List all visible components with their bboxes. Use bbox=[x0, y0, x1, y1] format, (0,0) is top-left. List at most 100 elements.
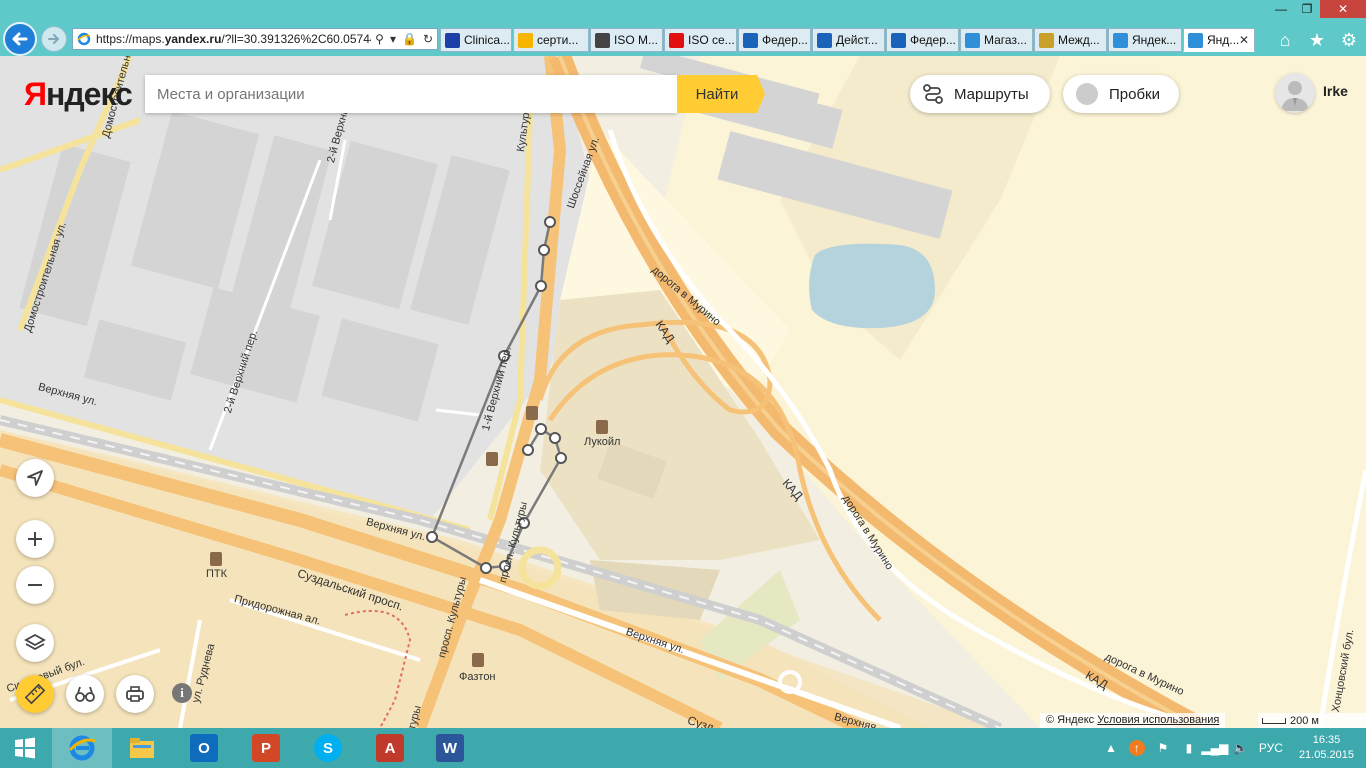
language-indicator[interactable]: РУС bbox=[1259, 741, 1283, 755]
restore-button[interactable]: ❐ bbox=[1294, 0, 1320, 18]
tab-favicon-icon bbox=[817, 32, 832, 48]
tab-favicon-icon bbox=[891, 32, 906, 48]
tab-favicon-icon bbox=[965, 32, 980, 48]
windows-logo-icon bbox=[15, 737, 35, 759]
layers-button[interactable] bbox=[16, 624, 54, 662]
taskbar-file-explorer[interactable] bbox=[112, 728, 172, 768]
back-button[interactable] bbox=[3, 22, 37, 56]
taskbar-outlook[interactable]: O bbox=[174, 728, 234, 768]
tab-favicon-icon bbox=[669, 32, 684, 48]
acrobat-icon: A bbox=[376, 734, 404, 762]
browser-tab[interactable]: Clinica... bbox=[440, 28, 512, 52]
tab-favicon-icon bbox=[445, 32, 460, 48]
outlook-icon: O bbox=[190, 734, 218, 762]
locate-button[interactable] bbox=[16, 459, 54, 497]
browser-tab[interactable]: Федер... bbox=[886, 28, 959, 52]
search-icon[interactable]: ⚲ bbox=[375, 32, 384, 46]
tab-favicon-icon bbox=[743, 32, 758, 48]
browser-tab[interactable]: Межд... bbox=[1034, 28, 1107, 52]
browser-tab[interactable]: Яндек... bbox=[1108, 28, 1182, 52]
favorites-star-icon[interactable]: ★ bbox=[1306, 29, 1328, 51]
tab-label: ISO M... bbox=[614, 33, 659, 47]
user-icon bbox=[1281, 81, 1309, 111]
minimize-button[interactable]: — bbox=[1268, 0, 1294, 18]
dropdown-icon[interactable]: ▾ bbox=[390, 32, 396, 46]
tab-close-icon[interactable]: ✕ bbox=[1239, 33, 1249, 47]
tab-favicon-icon bbox=[595, 32, 610, 48]
show-hidden-icons-icon[interactable]: ▲ bbox=[1103, 740, 1119, 756]
ruler-icon bbox=[24, 683, 46, 705]
panorama-button[interactable] bbox=[66, 675, 104, 713]
home-icon[interactable]: ⌂ bbox=[1274, 29, 1296, 51]
clock[interactable]: 16:35 21.05.2015 bbox=[1299, 733, 1354, 763]
binoculars-icon bbox=[75, 686, 95, 702]
address-bar[interactable]: https://maps.yandex.ru/?ll=30.391326%2C6… bbox=[72, 28, 438, 50]
yandex-logo[interactable]: Яндекс bbox=[24, 74, 133, 114]
browser-tab[interactable]: Федер... bbox=[738, 28, 811, 52]
arrow-right-icon bbox=[48, 34, 60, 44]
browser-tab[interactable]: Магаз... bbox=[960, 28, 1033, 52]
system-tray: ▲ ↑ ⚑ ▮ ▂▄▆ 🔈 РУС 16:35 21.05.2015 bbox=[1103, 728, 1366, 768]
search-input[interactable] bbox=[145, 85, 677, 103]
arrow-left-icon bbox=[12, 32, 28, 46]
search-button[interactable]: Найти bbox=[677, 75, 765, 113]
action-center-flag-icon[interactable]: ⚑ bbox=[1155, 740, 1171, 756]
taskbar-powerpoint[interactable]: P bbox=[236, 728, 296, 768]
layers-icon bbox=[24, 633, 46, 651]
map-label: ПТК bbox=[206, 568, 228, 580]
zoom-in-button[interactable] bbox=[16, 520, 54, 558]
refresh-icon[interactable]: ↻ bbox=[423, 32, 433, 46]
minus-icon bbox=[28, 584, 42, 586]
url-text: https://maps.yandex.ru/?ll=30.391326%2C6… bbox=[96, 32, 372, 46]
tab-label: Федер... bbox=[910, 33, 956, 47]
browser-tab[interactable]: Янд... ✕ bbox=[1183, 28, 1255, 52]
tab-favicon-icon bbox=[1039, 32, 1054, 48]
copyright-notice: © Яндекс Условия использования bbox=[1040, 713, 1226, 728]
windows-taskbar: O P S A W ▲ ↑ ⚑ ▮ ▂▄▆ 🔈 РУС 16:35 21.05.… bbox=[0, 728, 1366, 768]
username[interactable]: Irke bbox=[1323, 83, 1348, 99]
start-button[interactable] bbox=[0, 728, 50, 768]
tab-favicon-icon bbox=[518, 32, 533, 48]
powerpoint-icon: P bbox=[252, 734, 280, 762]
browser-tab[interactable]: серти... bbox=[513, 28, 589, 52]
taskbar-acrobat[interactable]: A bbox=[360, 728, 420, 768]
map-label: Лукойл bbox=[584, 436, 621, 448]
settings-gear-icon[interactable]: ⚙ bbox=[1338, 29, 1360, 51]
tab-label: Clinica... bbox=[464, 33, 511, 47]
taskbar-word[interactable]: W bbox=[420, 728, 480, 768]
tab-label: Яндек... bbox=[1132, 33, 1177, 47]
ruler-button[interactable] bbox=[16, 675, 54, 713]
browser-tab[interactable]: ISO ce... bbox=[664, 28, 737, 52]
print-button[interactable] bbox=[116, 675, 154, 713]
routes-button[interactable]: Маршруты bbox=[910, 75, 1050, 113]
printer-icon bbox=[126, 686, 144, 702]
battery-icon[interactable]: ▮ bbox=[1181, 740, 1197, 756]
user-avatar[interactable] bbox=[1275, 73, 1315, 113]
window-controls: — ❐ ✕ bbox=[1268, 0, 1366, 18]
forward-button[interactable] bbox=[41, 26, 67, 52]
map-canvas[interactable]: Домостроительная 2-й Верхний Домостроите… bbox=[0, 56, 1366, 728]
tab-label: Дейст... bbox=[836, 33, 878, 47]
zoom-out-button[interactable] bbox=[16, 566, 54, 604]
tab-label: ISO ce... bbox=[688, 33, 735, 47]
update-icon[interactable]: ↑ bbox=[1128, 740, 1145, 756]
ie-page-icon bbox=[77, 32, 91, 46]
taskbar-skype[interactable]: S bbox=[298, 728, 358, 768]
browser-tab[interactable]: ISO M... bbox=[590, 28, 663, 52]
terms-link[interactable]: Условия использования bbox=[1097, 714, 1219, 726]
taskbar-internet-explorer[interactable] bbox=[52, 728, 112, 768]
search-box bbox=[145, 75, 677, 113]
tab-label: Магаз... bbox=[984, 33, 1027, 47]
browser-tab[interactable]: Дейст... bbox=[812, 28, 885, 52]
volume-icon[interactable]: 🔈 bbox=[1233, 740, 1249, 756]
info-icon[interactable]: i bbox=[172, 683, 192, 703]
lock-icon[interactable]: 🔒 bbox=[402, 32, 417, 46]
network-signal-icon[interactable]: ▂▄▆ bbox=[1201, 740, 1228, 756]
traffic-button[interactable]: Пробки bbox=[1063, 75, 1179, 113]
close-window-button[interactable]: ✕ bbox=[1320, 0, 1366, 18]
tab-label: Межд... bbox=[1058, 33, 1100, 47]
internet-explorer-icon bbox=[68, 735, 96, 761]
tab-favicon-icon bbox=[1113, 32, 1128, 48]
map-graphics bbox=[0, 56, 1366, 728]
traffic-icon bbox=[1076, 83, 1098, 105]
